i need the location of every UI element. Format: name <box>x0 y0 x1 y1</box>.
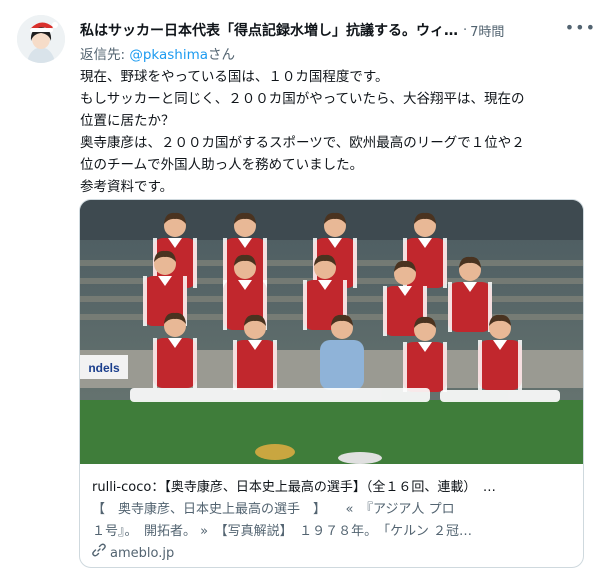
link-icon <box>92 543 106 565</box>
avatar-icon <box>17 15 65 63</box>
card-description-line: １号』。 開拓者。 » 【写真解説】 １９７８年。 「ケルン ２冠… <box>92 524 472 539</box>
tweet-body-line: 参考資料です。 <box>80 179 174 195</box>
tweet-body-line: 奥寺康彦は、２００カ国がするスポーツで、欧州最高のリーグで１位や２ <box>80 135 525 151</box>
tweet-body: 現在、野球をやっている国は、１０カ国程度です。 もしサッカーと同じく、２００カ国… <box>80 66 595 198</box>
tweet-timestamp[interactable]: 7時間 <box>470 21 504 40</box>
tweet-body-line: 位置に居たか？ <box>80 113 175 129</box>
card-domain-row: ameblo.jp <box>92 543 572 565</box>
tweet-header: 私はサッカー日本代表「得点記録水増し」抗議する。ウィ… · 7時間 ••• <box>80 18 600 40</box>
card-text: rulli-coco：【奥寺康彦、日本史上最高の選手】（全１６回、連載） … 【… <box>92 477 572 565</box>
reply-suffix: さん <box>208 47 236 63</box>
stadium-banner-text: ndels <box>88 361 120 375</box>
author-display-name[interactable]: 私はサッカー日本代表「得点記録水増し」抗議する。ウィ… <box>80 20 458 40</box>
card-team-photo[interactable]: ndels <box>80 200 583 464</box>
card-description-line: 【 奥寺康彦、日本史上最高の選手 】 « 『アジア人 プロ <box>92 502 455 517</box>
tweet-body-line: 現在、野球をやっている国は、１０カ国程度です。 <box>80 69 389 85</box>
reply-handle-link[interactable]: @pkashima <box>129 47 208 63</box>
reply-to-line: 返信先: @pkashimaさん <box>80 43 235 63</box>
link-preview-card[interactable]: ndels rulli-coco：【奥寺康彦、日本史上最高の選手】（全１６回、連… <box>79 199 584 568</box>
tweet-body-line: もしサッカーと同じく、２００カ国がやっていたら、大谷翔平は、現在の <box>80 91 525 107</box>
more-options-icon[interactable]: ••• <box>565 18 596 37</box>
reply-prefix: 返信先: <box>80 47 130 63</box>
tweet-body-line: 位のチームで外国人助っ人を務めていました。 <box>80 157 364 173</box>
card-title[interactable]: rulli-coco：【奥寺康彦、日本史上最高の選手】（全１６回、連載） … <box>92 477 572 499</box>
card-domain[interactable]: ameblo.jp <box>110 543 174 565</box>
tweet[interactable]: 私はサッカー日本代表「得点記録水増し」抗議する。ウィ… · 7時間 ••• 返信… <box>0 0 610 570</box>
user-avatar[interactable] <box>17 15 65 63</box>
header-separator: · <box>463 22 468 38</box>
